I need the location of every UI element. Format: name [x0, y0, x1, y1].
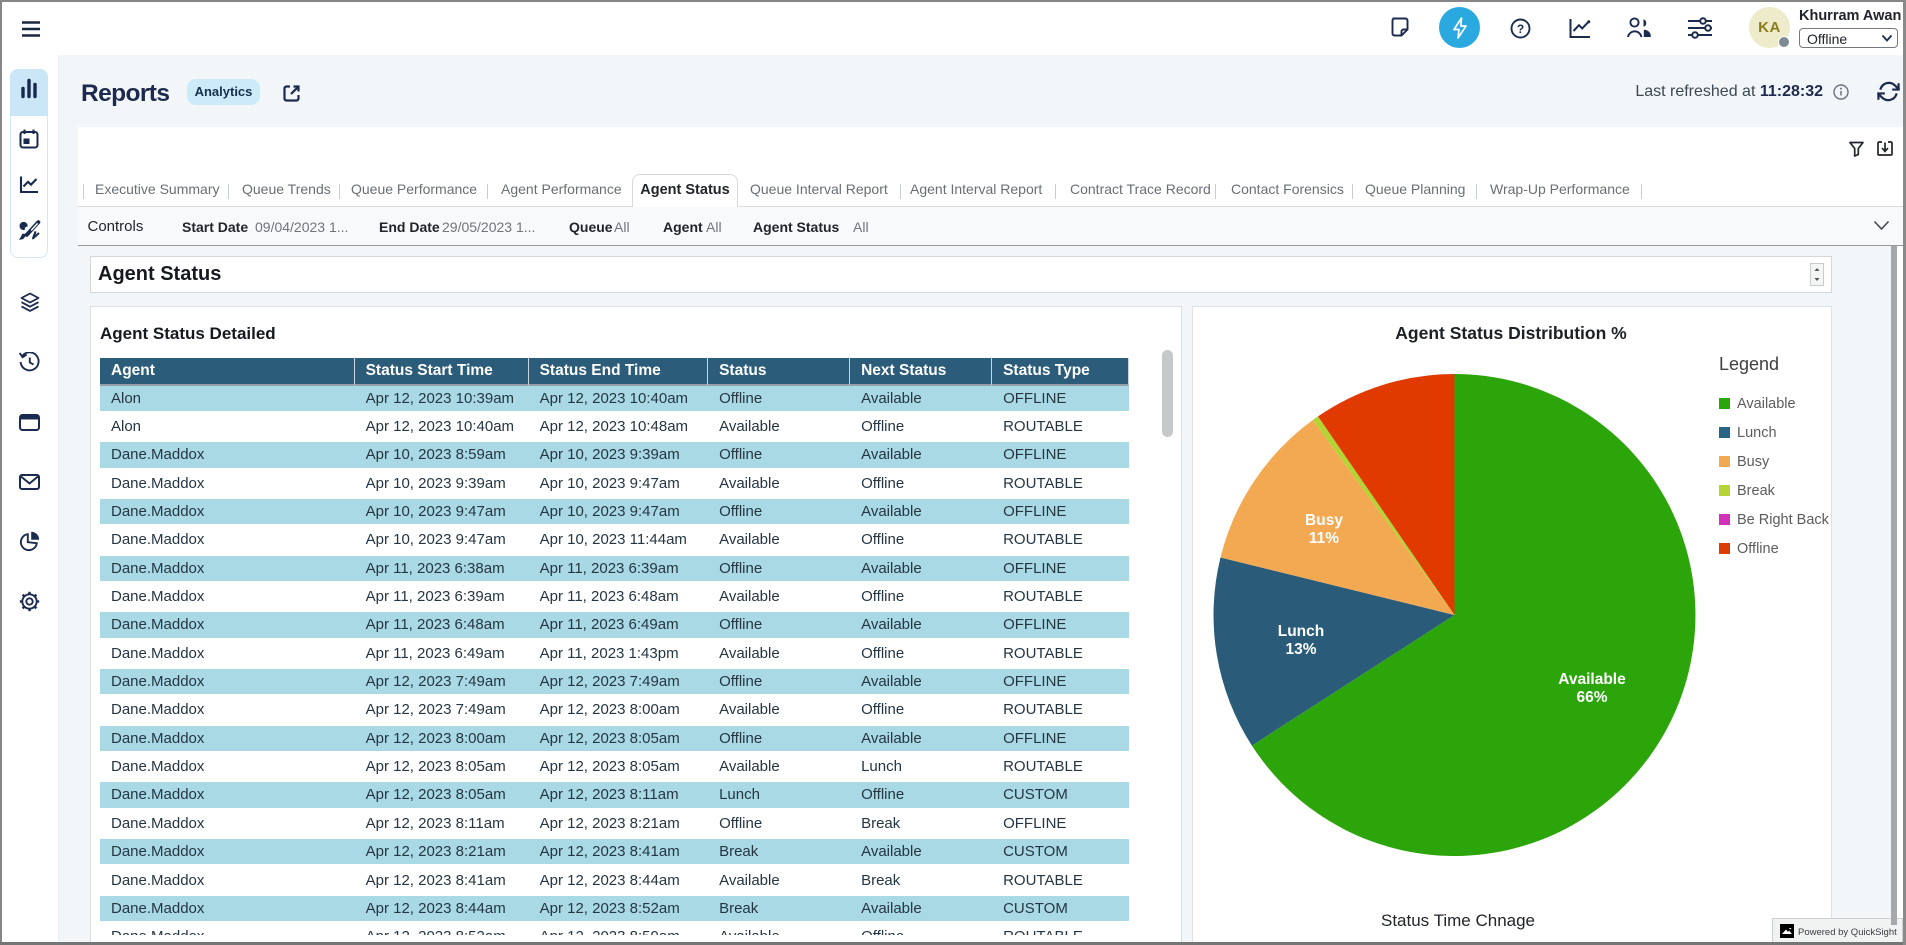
svg-text:?: ?: [1517, 22, 1524, 36]
svg-text:11%: 11%: [1309, 530, 1339, 547]
svg-text:Busy: Busy: [1305, 512, 1343, 529]
svg-text:Lunch: Lunch: [1278, 623, 1325, 640]
svg-text:Available: Available: [1558, 671, 1626, 688]
svg-text:66%: 66%: [1576, 689, 1607, 706]
svg-text:13%: 13%: [1285, 641, 1316, 658]
